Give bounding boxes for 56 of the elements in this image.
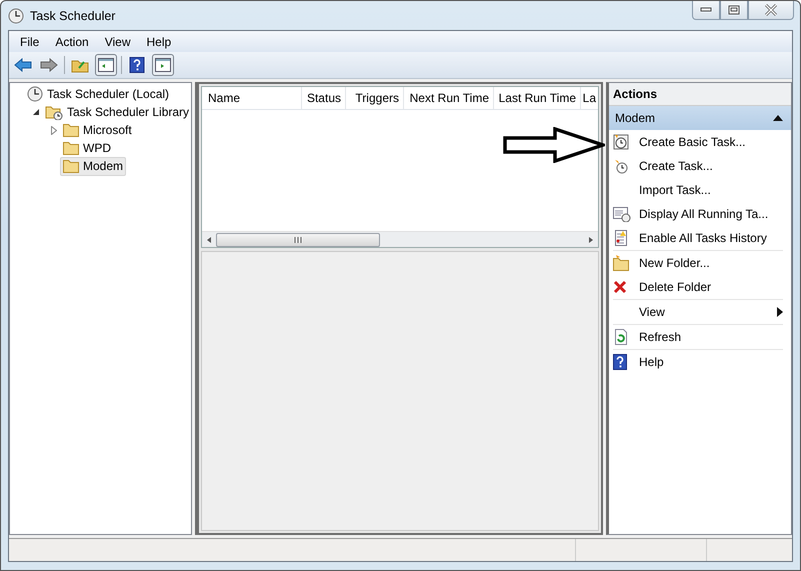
command-link[interactable]: New Folder... — [613, 251, 783, 275]
show-hide-tree-button[interactable] — [95, 54, 117, 76]
tree-item[interactable]: Task Scheduler Library — [42, 102, 192, 122]
clock-icon — [613, 158, 629, 174]
command-link[interactable]: Delete Folder — [613, 275, 783, 299]
help-icon — [613, 354, 627, 370]
command-link[interactable]: Display All Running Ta... — [613, 202, 783, 226]
horizontal-scrollbar[interactable] — [202, 231, 598, 247]
command-link[interactable]: Create Task... — [613, 154, 783, 178]
clock-icon — [613, 134, 629, 150]
command-link[interactable]: Import Task... — [613, 178, 783, 202]
refresh-icon — [613, 329, 629, 345]
menu-item[interactable]: Action — [47, 34, 97, 48]
menu-item[interactable]: File — [12, 34, 48, 48]
tree-item[interactable]: Microsoft — [60, 120, 135, 140]
submenu-arrow-icon — [777, 307, 783, 317]
actions-heading: Actions — [609, 83, 791, 106]
minimize-icon — [700, 7, 712, 13]
command-link[interactable]: Enable All Tasks History — [613, 226, 783, 250]
command-link[interactable]: Create Basic Task... — [613, 130, 783, 154]
command-link[interactable]: Help — [613, 350, 783, 374]
expand-icon[interactable] — [51, 126, 57, 134]
column-header[interactable]: La — [581, 87, 598, 109]
column-header[interactable]: Last Run Time — [494, 87, 581, 109]
menu-item[interactable]: Help — [138, 34, 180, 48]
column-header[interactable]: Status — [302, 87, 346, 109]
menu-item[interactable]: View — [96, 34, 138, 48]
folder-clock-icon — [45, 104, 63, 120]
scroll-left-icon[interactable] — [207, 236, 211, 242]
delete-icon — [613, 280, 627, 294]
document-icon — [613, 230, 629, 246]
column-header[interactable]: Triggers — [346, 87, 404, 109]
tree-item[interactable]: Task Scheduler (Local) — [24, 84, 172, 104]
clock-icon — [27, 86, 43, 102]
folder-icon — [63, 123, 79, 137]
column-header[interactable]: Next Run Time — [404, 87, 494, 109]
clock-icon — [8, 8, 24, 24]
command-link[interactable]: Refresh — [613, 325, 783, 349]
tree-item[interactable]: Modem — [60, 156, 126, 176]
new-folder-icon — [613, 255, 629, 271]
folder-icon — [63, 159, 79, 173]
scroll-right-icon[interactable] — [589, 236, 593, 242]
window-title: Task Scheduler — [30, 8, 116, 22]
maximize-button[interactable] — [720, 1, 748, 20]
command-link[interactable]: View — [613, 300, 783, 324]
collapse-icon[interactable] — [33, 109, 39, 115]
show-hide-action-pane-button[interactable] — [152, 54, 174, 76]
close-icon — [764, 4, 778, 16]
section-header[interactable]: Modem — [609, 106, 791, 130]
minimize-button[interactable] — [692, 1, 720, 20]
maximize-icon — [728, 5, 740, 15]
collapse-icon[interactable] — [773, 115, 783, 121]
column-header[interactable]: Name — [202, 87, 302, 109]
grip-icon — [294, 236, 302, 242]
tree-item[interactable]: WPD — [60, 138, 114, 158]
window-clock-icon — [613, 206, 631, 222]
